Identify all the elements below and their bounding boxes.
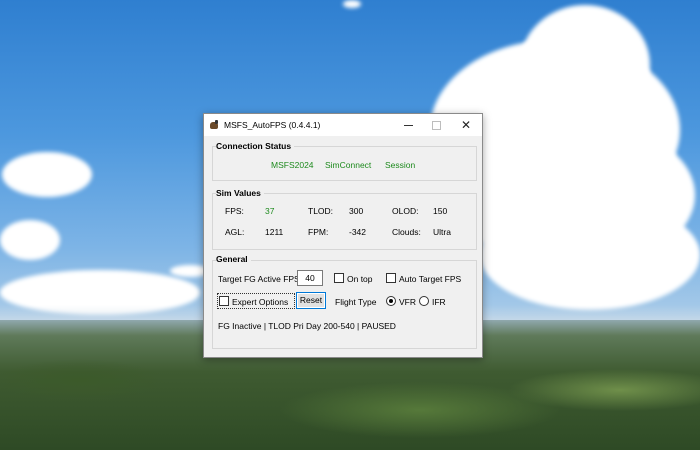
vfr-label: VFR [399,297,416,307]
close-button[interactable]: ✕ [451,114,481,136]
agl-label: AGL: [225,227,245,237]
clouds-value: Ultra [433,227,451,237]
flight-type-label: Flight Type [335,297,377,307]
minimize-button[interactable] [393,114,423,136]
expert-options-label: Expert Options [232,297,289,307]
cloud [2,152,92,197]
expert-options-checkbox[interactable] [219,296,229,306]
ifr-radio[interactable] [419,296,429,306]
status-simconnect: SimConnect [325,160,372,170]
reset-button[interactable]: Reset [296,292,326,309]
on-top-label: On top [347,274,373,284]
target-fps-input[interactable]: 40 [297,270,323,286]
olod-label: OLOD: [392,206,419,216]
minimize-icon [403,124,413,126]
maximize-icon [431,120,441,130]
tlod-label: TLOD: [308,206,334,216]
auto-target-fps-label: Auto Target FPS [399,274,462,284]
status-line: FG Inactive | TLOD Pri Day 200-540 | PAU… [218,321,396,331]
close-icon: ✕ [460,118,472,132]
olod-value: 150 [433,206,448,216]
maximize-button[interactable] [421,114,451,136]
ifr-label: IFR [432,297,446,307]
app-window: MSFS_AutoFPS (0.4.4.1) ✕ Connection Stat… [203,113,483,358]
window-title: MSFS_AutoFPS (0.4.4.1) [224,120,321,130]
status-session: Session [385,160,416,170]
sim-values-group [212,193,477,250]
app-icon [209,120,219,130]
target-fps-label: Target FG Active FPS [218,274,300,284]
auto-target-fps-checkbox[interactable] [386,273,396,283]
cloud [480,200,700,310]
status-msfs: MSFS2024 [271,160,314,170]
fps-label: FPS: [225,206,244,216]
vfr-radio[interactable] [386,296,396,306]
cloud [0,220,60,260]
cloud [520,5,650,125]
cloud [343,0,361,8]
on-top-checkbox[interactable] [334,273,344,283]
tlod-value: 300 [349,206,364,216]
agl-value: 1211 [265,227,284,237]
title-bar[interactable]: MSFS_AutoFPS (0.4.4.1) ✕ [204,114,482,136]
fps-value: 37 [265,206,275,216]
fpm-value: -342 [349,227,367,237]
fpm-label: FPM: [308,227,329,237]
clouds-label: Clouds: [392,227,421,237]
